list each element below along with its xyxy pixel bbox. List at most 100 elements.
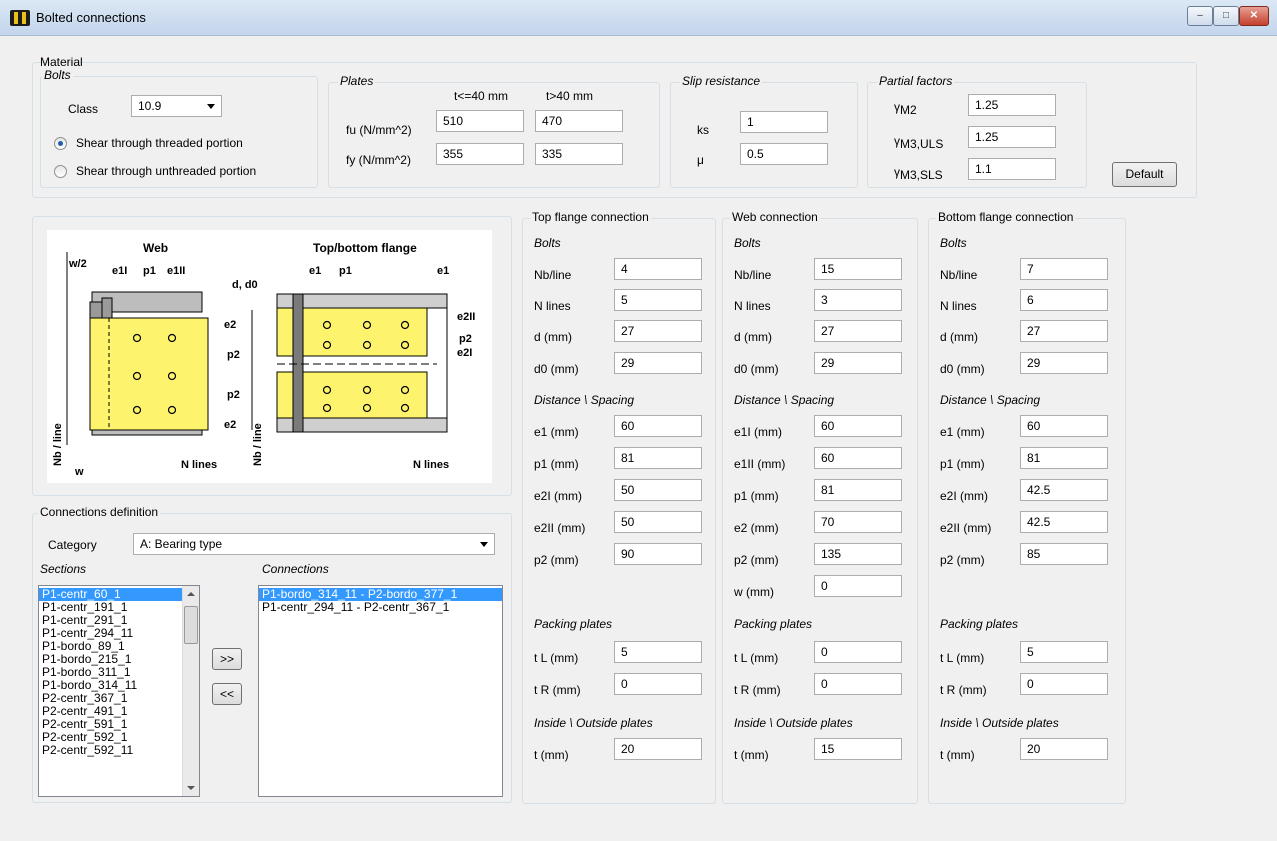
- web-d-input[interactable]: 27: [814, 320, 902, 342]
- sections-scrollbar[interactable]: [182, 586, 199, 796]
- gamma-m3uls-input[interactable]: 1.25: [968, 126, 1056, 148]
- ks-input[interactable]: 1: [740, 111, 828, 133]
- fy-label: fy (N/mm^2): [346, 153, 411, 167]
- top-s1-input[interactable]: 60: [614, 415, 702, 437]
- gamma-m3sls-input[interactable]: 1.1: [968, 158, 1056, 180]
- top-s4-label: e2II (mm): [534, 521, 586, 535]
- top-tr-input[interactable]: 0: [614, 673, 702, 695]
- scroll-down-icon[interactable]: [187, 786, 195, 790]
- bottom-nl-label: N lines: [940, 299, 977, 313]
- web-tl-input[interactable]: 0: [814, 641, 902, 663]
- class-dropdown[interactable]: 10.9: [131, 95, 222, 117]
- section-item[interactable]: P2-centr_592_11: [39, 744, 199, 757]
- bottom-s5-input[interactable]: 85: [1020, 543, 1108, 565]
- web-nl-label: N lines: [734, 299, 771, 313]
- mu-input[interactable]: 0.5: [740, 143, 828, 165]
- scroll-up-icon[interactable]: [187, 592, 195, 596]
- bottom-t-label: t (mm): [940, 748, 975, 762]
- top-nl-input[interactable]: 5: [614, 289, 702, 311]
- bottom-tl-input[interactable]: 5: [1020, 641, 1108, 663]
- web-s3-input[interactable]: 81: [814, 479, 902, 501]
- web-nl-input[interactable]: 3: [814, 289, 902, 311]
- top-nb-input[interactable]: 4: [614, 258, 702, 280]
- gamma-m2-input[interactable]: 1.25: [968, 94, 1056, 116]
- bottom-d0-input[interactable]: 29: [1020, 352, 1108, 374]
- minimize-button[interactable]: –: [1187, 6, 1213, 26]
- sections-list[interactable]: P1-centr_60_1 P1-centr_191_1 P1-centr_291_…: [38, 585, 200, 797]
- connections-list[interactable]: P1-bordo_314_11 - P2-bordo_377_1 P1-centr…: [258, 585, 503, 797]
- fu-gt40-input[interactable]: 470: [535, 110, 623, 132]
- bottom-t-input[interactable]: 20: [1020, 738, 1108, 760]
- bottom-s1-input[interactable]: 60: [1020, 415, 1108, 437]
- fu-t40-input[interactable]: 510: [436, 110, 524, 132]
- svg-text:p1: p1: [143, 265, 156, 277]
- web-panel-title: Web connection: [730, 210, 820, 224]
- default-button[interactable]: Default: [1112, 162, 1177, 187]
- web-s6-input[interactable]: 0: [814, 575, 902, 597]
- category-dropdown[interactable]: A: Bearing type: [133, 533, 495, 555]
- web-spacing-title: Distance \ Spacing: [734, 393, 835, 407]
- bottom-s3-input[interactable]: 42.5: [1020, 479, 1108, 501]
- class-value: 10.9: [138, 99, 162, 113]
- connection-item[interactable]: P1-centr_294_11 - P2-centr_367_1: [259, 601, 502, 614]
- bolts-title: Bolts: [42, 68, 73, 82]
- top-s5-input[interactable]: 90: [614, 543, 702, 565]
- svg-text:e1: e1: [437, 265, 449, 277]
- web-d-label: d (mm): [734, 330, 772, 344]
- top-t-input[interactable]: 20: [614, 738, 702, 760]
- plates-col2: t>40 mm: [546, 89, 594, 103]
- top-spacing-title: Distance \ Spacing: [534, 393, 635, 407]
- plates-col1: t<=40 mm: [454, 89, 509, 103]
- svg-text:d, d0: d, d0: [232, 279, 258, 291]
- bottom-s2-input[interactable]: 81: [1020, 447, 1108, 469]
- chevron-down-icon: [207, 104, 215, 109]
- remove-connection-button[interactable]: <<: [212, 683, 242, 705]
- unthreaded-radio[interactable]: [54, 165, 67, 178]
- bottom-s4-input[interactable]: 42.5: [1020, 511, 1108, 533]
- window-title: Bolted connections: [36, 10, 146, 25]
- partial-title: Partial factors: [877, 74, 955, 88]
- bottom-tr-label: t R (mm): [940, 683, 987, 697]
- threaded-radio[interactable]: [54, 137, 67, 150]
- web-s2-label: e1II (mm): [734, 457, 786, 471]
- top-s4-input[interactable]: 50: [614, 511, 702, 533]
- bottom-inout-title: Inside \ Outside plates: [940, 716, 1059, 730]
- svg-text:e2: e2: [224, 419, 236, 431]
- web-s5-input[interactable]: 135: [814, 543, 902, 565]
- threaded-label[interactable]: Shear through threaded portion: [76, 136, 243, 150]
- bottom-nl-input[interactable]: 6: [1020, 289, 1108, 311]
- bottom-tr-input[interactable]: 0: [1020, 673, 1108, 695]
- web-d0-label: d0 (mm): [734, 362, 779, 376]
- web-s1-input[interactable]: 60: [814, 415, 902, 437]
- bottom-s4-label: e2II (mm): [940, 521, 992, 535]
- unthreaded-label[interactable]: Shear through unthreaded portion: [76, 164, 256, 178]
- bottom-nb-input[interactable]: 7: [1020, 258, 1108, 280]
- web-s4-input[interactable]: 70: [814, 511, 902, 533]
- web-tl-label: t L (mm): [734, 651, 779, 665]
- top-s3-label: e2I (mm): [534, 489, 582, 503]
- maximize-button[interactable]: □: [1213, 6, 1239, 26]
- top-nl-label: N lines: [534, 299, 571, 313]
- top-s3-input[interactable]: 50: [614, 479, 702, 501]
- top-tl-input[interactable]: 5: [614, 641, 702, 663]
- web-d0-input[interactable]: 29: [814, 352, 902, 374]
- top-inout-title: Inside \ Outside plates: [534, 716, 653, 730]
- bottom-d-input[interactable]: 27: [1020, 320, 1108, 342]
- top-d0-label: d0 (mm): [534, 362, 579, 376]
- top-d0-input[interactable]: 29: [614, 352, 702, 374]
- web-tr-input[interactable]: 0: [814, 673, 902, 695]
- close-button[interactable]: ✕: [1239, 6, 1269, 26]
- bottom-packing-title: Packing plates: [940, 617, 1019, 631]
- fy-t40-input[interactable]: 355: [436, 143, 524, 165]
- add-connection-button[interactable]: >>: [212, 648, 242, 670]
- web-s1-label: e1I (mm): [734, 425, 782, 439]
- top-d-input[interactable]: 27: [614, 320, 702, 342]
- web-s2-input[interactable]: 60: [814, 447, 902, 469]
- top-s2-input[interactable]: 81: [614, 447, 702, 469]
- web-t-input[interactable]: 15: [814, 738, 902, 760]
- scroll-thumb[interactable]: [184, 606, 198, 644]
- web-nb-input[interactable]: 15: [814, 258, 902, 280]
- fy-gt40-input[interactable]: 335: [535, 143, 623, 165]
- svg-text:N lines: N lines: [181, 459, 217, 471]
- mu-label: μ: [697, 153, 704, 167]
